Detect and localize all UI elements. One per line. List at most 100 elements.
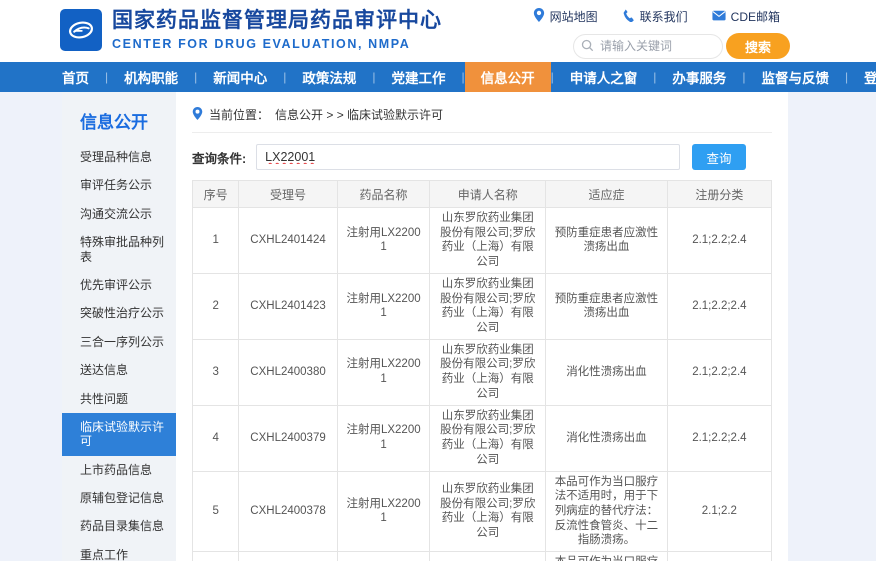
table-cell: 2.1;2.2;2.4 <box>667 405 771 471</box>
query-input[interactable] <box>256 144 680 170</box>
table-cell: 山东罗欣药业集团股份有限公司;罗欣药业（上海）有限公司 <box>430 471 546 552</box>
table-cell: 2.1;2.2;2.4 <box>667 208 771 274</box>
map-pin-icon <box>533 8 545 25</box>
sidebar-item-8[interactable]: 共性问题 <box>62 385 176 413</box>
brand-text: 国家药品监督管理局药品审评中心 CENTER FOR DRUG EVALUATI… <box>112 9 442 50</box>
quick-link-label: 网站地图 <box>550 8 598 25</box>
table-cell: 本品可作为当口服疗法不适用时，用于下列病症的替代疗法：反流性食管炎、十二指肠溃疡… <box>546 471 668 552</box>
table-cell: CXHL2400380 <box>239 339 337 405</box>
table-cell: CXHL2401423 <box>239 273 337 339</box>
location-pin-icon <box>192 107 203 123</box>
breadcrumb-prefix: 当前位置： <box>209 106 269 123</box>
cde-logo-icon <box>60 9 102 51</box>
table-cell: 山东罗欣药业集团股份有限公司;罗欣药业（上海）有限公司 <box>430 552 546 561</box>
table-cell: 5 <box>193 471 239 552</box>
sidebar: 信息公开 受理品种信息审评任务公示沟通交流公示特殊审批品种列表优先审评公示突破性… <box>62 92 176 561</box>
column-header-0: 序号 <box>193 181 239 208</box>
phone-icon <box>622 9 635 25</box>
table-cell: 注射用LX22001 <box>337 471 430 552</box>
sidebar-item-6[interactable]: 三合一序列公示 <box>62 328 176 356</box>
sidebar-item-11[interactable]: 原辅包登记信息 <box>62 484 176 512</box>
sidebar-item-9[interactable]: 临床试验默示许可 <box>62 413 176 456</box>
table-cell: CXHL2401424 <box>239 208 337 274</box>
table-cell: 消化性溃疡出血 <box>546 405 668 471</box>
search-input[interactable] <box>573 34 723 59</box>
table-row: 6CXHL2400377注射用LX22001山东罗欣药业集团股份有限公司;罗欣药… <box>193 552 772 561</box>
query-button[interactable]: 查询 <box>692 144 746 170</box>
main-nav: 首页|机构职能|新闻中心|政策法规|党建工作|信息公开|申请人之窗|办事服务|监… <box>0 62 876 92</box>
table-row: 4CXHL2400379注射用LX22001山东罗欣药业集团股份有限公司;罗欣药… <box>193 405 772 471</box>
table-cell: 预防重症患者应激性溃疡出血 <box>546 273 668 339</box>
quick-link-label: CDE邮箱 <box>731 8 780 25</box>
table-cell: 注射用LX22001 <box>337 552 430 561</box>
table-cell: 2.1;2.2 <box>667 471 771 552</box>
table-cell: 注射用LX22001 <box>337 405 430 471</box>
table-cell: 山东罗欣药业集团股份有限公司;罗欣药业（上海）有限公司 <box>430 339 546 405</box>
quick-link-1[interactable]: 联系我们 <box>622 8 688 25</box>
table-cell: 山东罗欣药业集团股份有限公司;罗欣药业（上海）有限公司 <box>430 273 546 339</box>
main-panel: 当前位置： 信息公开 > > 临床试验默示许可 查询条件: 查询 序号受理号药品名… <box>176 92 788 561</box>
nav-item-8[interactable]: 监督与反馈 <box>746 62 846 92</box>
table-row: 2CXHL2401423注射用LX22001山东罗欣药业集团股份有限公司;罗欣药… <box>193 273 772 339</box>
table-cell: 本品可作为当口服疗法不适用时，用于下列病症的替代疗法：反流性食管炎、十二指肠溃疡… <box>546 552 668 561</box>
sidebar-item-4[interactable]: 优先审评公示 <box>62 271 176 299</box>
table-cell: 2.1;2.2 <box>667 552 771 561</box>
nav-item-3[interactable]: 政策法规 <box>286 62 372 92</box>
sidebar-item-10[interactable]: 上市药品信息 <box>62 456 176 484</box>
sidebar-item-5[interactable]: 突破性治疗公示 <box>62 299 176 327</box>
nav-item-2[interactable]: 新闻中心 <box>197 62 283 92</box>
quick-link-2[interactable]: CDE邮箱 <box>712 8 780 25</box>
sidebar-items: 受理品种信息审评任务公示沟通交流公示特殊审批品种列表优先审评公示突破性治疗公示三… <box>62 143 176 561</box>
nav-item-7[interactable]: 办事服务 <box>656 62 742 92</box>
site-search: 搜索 <box>573 33 790 59</box>
page-header: 国家药品监督管理局药品审评中心 CENTER FOR DRUG EVALUATI… <box>0 0 876 62</box>
quick-links: 网站地图 联系我们 CDE邮箱 <box>533 8 780 25</box>
quick-link-0[interactable]: 网站地图 <box>533 8 598 25</box>
query-bar: 查询条件: 查询 <box>192 144 772 170</box>
query-label: 查询条件: <box>192 148 246 167</box>
breadcrumb: 当前位置： 信息公开 > > 临床试验默示许可 <box>192 106 772 133</box>
column-header-1: 受理号 <box>239 181 337 208</box>
sidebar-item-7[interactable]: 送达信息 <box>62 356 176 384</box>
quick-link-label: 联系我们 <box>640 8 688 25</box>
column-header-3: 申请人名称 <box>430 181 546 208</box>
mail-icon <box>712 10 726 24</box>
column-header-4: 适应症 <box>546 181 668 208</box>
table-cell: CXHL2400378 <box>239 471 337 552</box>
table-cell: 预防重症患者应激性溃疡出血 <box>546 208 668 274</box>
table-cell: 山东罗欣药业集团股份有限公司;罗欣药业（上海）有限公司 <box>430 208 546 274</box>
table-cell: 4 <box>193 405 239 471</box>
nav-item-0[interactable]: 首页 <box>46 62 105 92</box>
nav-item-6[interactable]: 申请人之窗 <box>554 62 654 92</box>
nav-item-9[interactable]: 登记备案平台 <box>848 62 876 92</box>
breadcrumb-path[interactable]: 信息公开 > > 临床试验默示许可 <box>275 106 443 123</box>
sidebar-item-2[interactable]: 沟通交流公示 <box>62 200 176 228</box>
table-cell: 6 <box>193 552 239 561</box>
sidebar-item-13[interactable]: 重点工作 <box>62 541 176 561</box>
sidebar-item-0[interactable]: 受理品种信息 <box>62 143 176 171</box>
table-cell: 2.1;2.2;2.4 <box>667 339 771 405</box>
table-row: 3CXHL2400380注射用LX22001山东罗欣药业集团股份有限公司;罗欣药… <box>193 339 772 405</box>
sidebar-item-1[interactable]: 审评任务公示 <box>62 171 176 199</box>
table-cell: 2.1;2.2;2.4 <box>667 273 771 339</box>
nav-item-5[interactable]: 信息公开 <box>465 62 551 92</box>
results-table: 序号受理号药品名称申请人名称适应症注册分类 1CXHL2401424注射用LX2… <box>192 180 772 561</box>
table-cell: 3 <box>193 339 239 405</box>
table-cell: 注射用LX22001 <box>337 339 430 405</box>
table-cell: 2 <box>193 273 239 339</box>
table-cell: 1 <box>193 208 239 274</box>
table-row: 5CXHL2400378注射用LX22001山东罗欣药业集团股份有限公司;罗欣药… <box>193 471 772 552</box>
sidebar-item-3[interactable]: 特殊审批品种列表 <box>62 228 176 271</box>
table-cell: 消化性溃疡出血 <box>546 339 668 405</box>
table-cell: 注射用LX22001 <box>337 208 430 274</box>
content-container: 信息公开 受理品种信息审评任务公示沟通交流公示特殊审批品种列表优先审评公示突破性… <box>62 92 788 561</box>
table-cell: 注射用LX22001 <box>337 273 430 339</box>
nav-item-1[interactable]: 机构职能 <box>108 62 194 92</box>
search-icon <box>581 39 594 57</box>
column-header-2: 药品名称 <box>337 181 430 208</box>
sidebar-title: 信息公开 <box>62 92 176 143</box>
search-button[interactable]: 搜索 <box>726 33 790 59</box>
site-title: 国家药品监督管理局药品审评中心 <box>112 9 442 33</box>
nav-item-4[interactable]: 党建工作 <box>376 62 462 92</box>
sidebar-item-12[interactable]: 药品目录集信息 <box>62 512 176 540</box>
